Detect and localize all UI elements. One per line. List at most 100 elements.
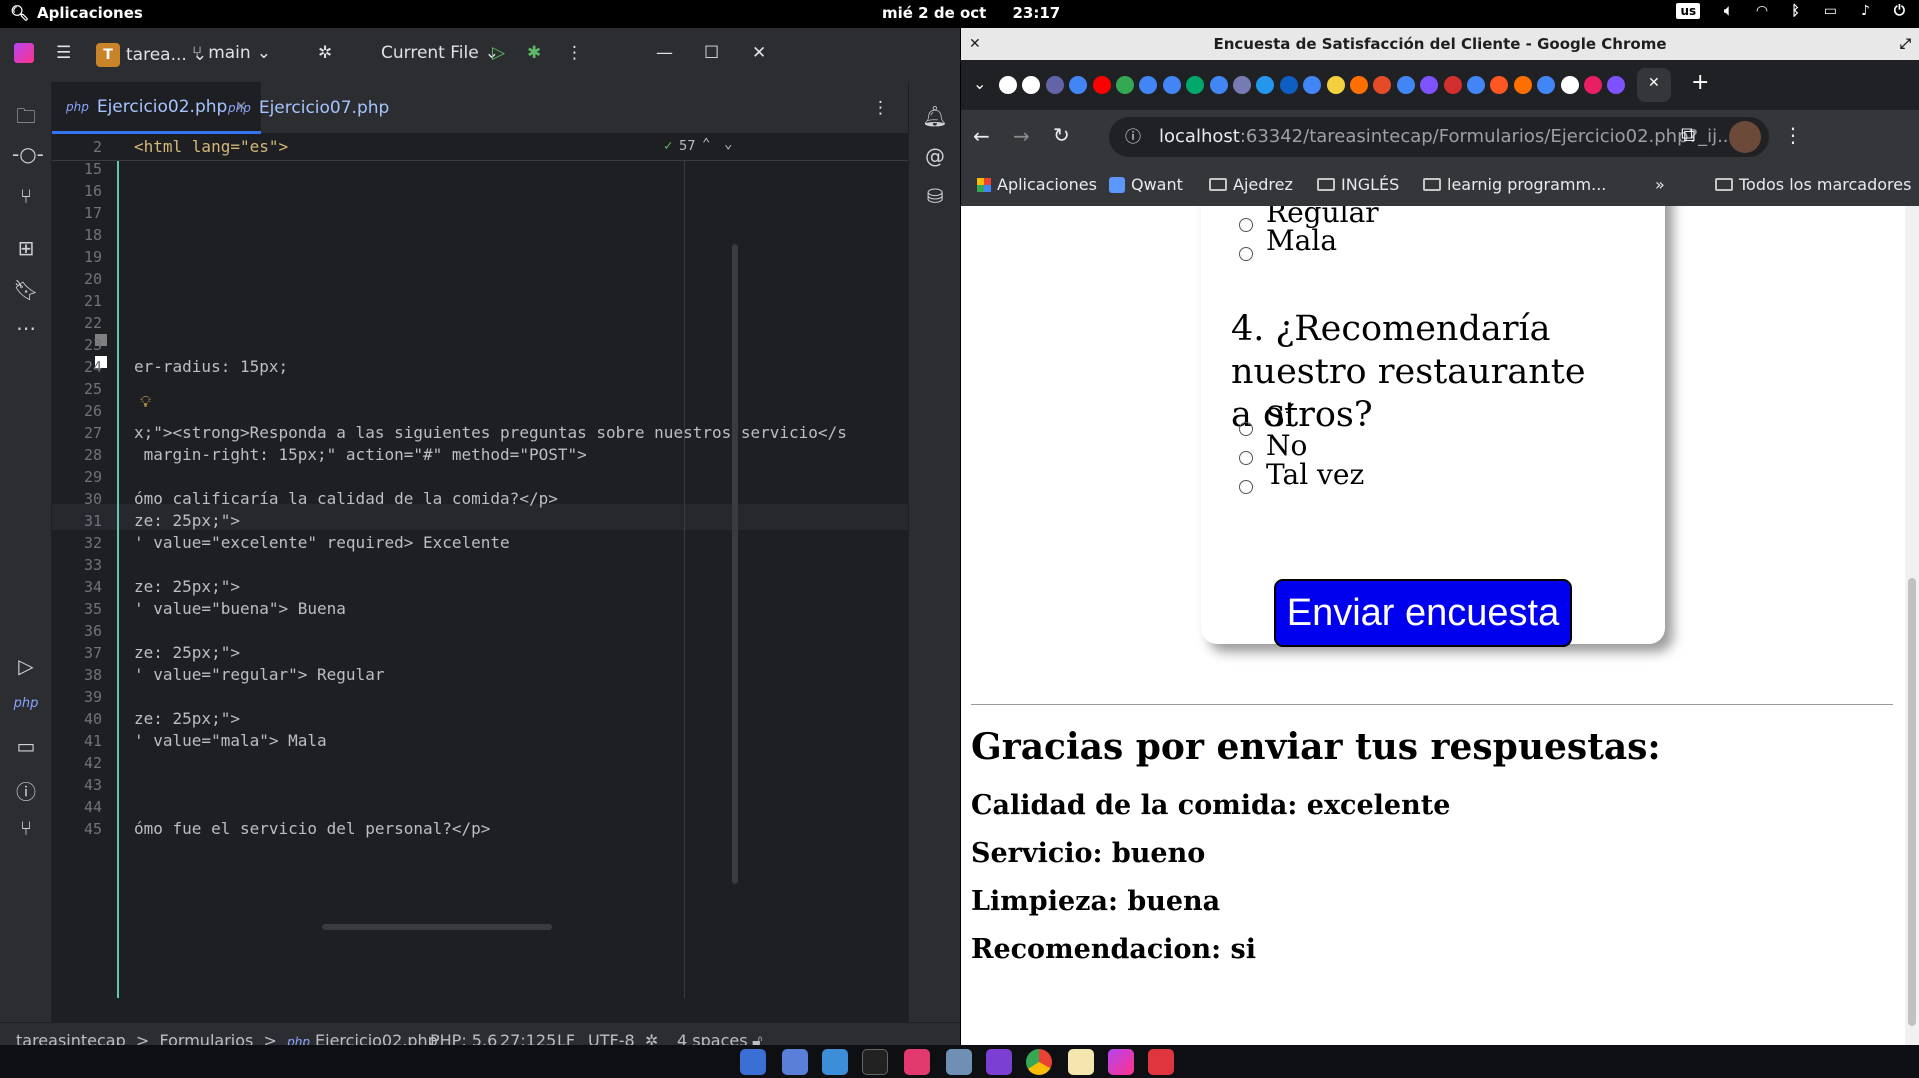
bookmark-ajedrez[interactable]: Ajedrez <box>1209 175 1293 194</box>
notifications-bell-icon[interactable]: 🔔︎ <box>921 104 949 132</box>
close-icon[interactable]: ✕ <box>752 43 766 63</box>
pinned-tab-favicon[interactable] <box>1326 76 1345 94</box>
line-number[interactable]: 31 <box>52 512 102 530</box>
radio-mala[interactable] <box>1239 247 1253 261</box>
horizontal-scrollbar[interactable] <box>322 924 552 930</box>
pinned-tab-favicon[interactable] <box>1467 76 1485 94</box>
pinned-tab-favicon[interactable] <box>1350 76 1368 94</box>
branch-selector[interactable]: ⑂ main ⌄ <box>192 43 271 63</box>
chevron-up-icon[interactable]: ⌃ <box>702 136 710 152</box>
ai-assistant-icon[interactable]: @ <box>921 144 949 172</box>
pinned-tab-favicon[interactable] <box>1233 76 1251 94</box>
line-number[interactable]: 44 <box>52 798 102 816</box>
code-editor[interactable]: 💡︎ 15 16 17 18 19 20 21 22 23 24 er-radius: 15px; 2… <box>52 134 908 998</box>
volume-icon[interactable]: 🔈︎ <box>1724 3 1732 19</box>
pinned-tab-favicon[interactable] <box>1092 76 1111 94</box>
line-number[interactable]: 20 <box>52 270 102 288</box>
line-number[interactable]: 23 <box>52 336 102 354</box>
pinned-tab-favicon[interactable] <box>1420 76 1439 94</box>
pinned-tab-favicon[interactable] <box>1256 76 1275 94</box>
apps-menu[interactable]: Aplicaciones <box>37 4 143 22</box>
all-bookmarks[interactable]: Todos los marcadores <box>1715 175 1911 194</box>
lightbulb-icon[interactable]: 💡︎ <box>140 392 151 412</box>
maximize-icon[interactable]: ☐ <box>704 43 719 63</box>
pinned-tab-favicon[interactable] <box>1584 76 1602 94</box>
line-number[interactable]: 25 <box>52 380 102 398</box>
run-icon[interactable]: ▷ <box>492 43 505 63</box>
pinned-tab-favicon[interactable] <box>1186 76 1205 94</box>
line-number[interactable]: 32 <box>52 534 102 552</box>
bookmark-apps[interactable]: Aplicaciones <box>977 175 1097 194</box>
radio-regular[interactable] <box>1239 218 1253 232</box>
reload-icon[interactable]: ↻ <box>1053 123 1070 147</box>
chevron-down-icon[interactable]: ⌄ <box>724 136 732 152</box>
extensions-icon[interactable]: ⧉ <box>1681 122 1695 146</box>
line-number[interactable]: 30 <box>52 490 102 508</box>
notifications-icon[interactable]: ♪ <box>1861 3 1870 19</box>
pull-requests-icon[interactable]: ⑂ <box>12 184 40 212</box>
bluetooth-icon[interactable]: ᛒ <box>1791 3 1799 19</box>
pinned-tab-favicon[interactable] <box>999 76 1017 94</box>
close-icon[interactable]: ✕ <box>969 28 981 60</box>
structure-icon[interactable]: ⊞ <box>12 236 40 264</box>
line-number[interactable]: 19 <box>52 248 102 266</box>
terminal-icon[interactable] <box>862 1049 888 1075</box>
line-number[interactable]: 26 <box>52 402 102 420</box>
line-number[interactable]: 35 <box>52 600 102 618</box>
pinned-tab-favicon[interactable] <box>1560 76 1579 94</box>
keyboard-layout[interactable]: us <box>1676 3 1701 19</box>
calendar-icon[interactable] <box>782 1049 808 1075</box>
pinned-tab-favicon[interactable] <box>1607 76 1626 94</box>
new-tab-icon[interactable]: + <box>1691 70 1709 95</box>
debug-icon[interactable]: ✱ <box>527 43 541 63</box>
forward-icon[interactable]: → <box>1013 124 1030 148</box>
wifi-icon[interactable]: ◠ <box>1757 3 1768 19</box>
scrollbar-thumb[interactable] <box>1908 578 1916 1026</box>
line-number[interactable]: 38 <box>52 666 102 684</box>
page-scrollbar[interactable] <box>1905 206 1919 1045</box>
site-info-icon[interactable]: ⓘ <box>1125 117 1141 157</box>
minimize-icon[interactable]: — <box>656 43 673 63</box>
line-number[interactable]: 21 <box>52 292 102 310</box>
tabs-more-icon[interactable]: ⋮ <box>858 82 903 134</box>
bookmarks-overflow-icon[interactable]: » <box>1655 175 1665 194</box>
line-number[interactable]: 45 <box>52 820 102 838</box>
terminal-icon[interactable]: ▭ <box>12 734 40 762</box>
pinned-tab-favicon[interactable] <box>1279 76 1298 94</box>
line-number[interactable]: 37 <box>52 644 102 662</box>
pinned-tab-favicon[interactable] <box>1069 76 1088 94</box>
git-icon[interactable]: ⑂ <box>12 816 40 844</box>
pinned-tab-favicon[interactable] <box>1373 76 1392 94</box>
bookmark-qwant[interactable]: Qwant <box>1109 175 1183 194</box>
tab-ejercicio07[interactable]: php Ejercicio07.php <box>214 82 403 134</box>
radio-si[interactable] <box>1239 422 1253 436</box>
expand-icon[interactable]: ⤢ <box>1900 28 1911 60</box>
line-number[interactable]: 34 <box>52 578 102 596</box>
line-number[interactable]: 15 <box>52 160 102 178</box>
services-icon[interactable]: ▷ <box>12 654 40 682</box>
pinned-tab-favicon[interactable] <box>1022 76 1041 94</box>
line-number[interactable]: 33 <box>52 556 102 574</box>
bookmark-ingles[interactable]: INGLÉS <box>1317 175 1399 194</box>
line-number[interactable]: 36 <box>52 622 102 640</box>
line-number[interactable]: 16 <box>52 182 102 200</box>
inspections-ok-icon[interactable]: ✓ <box>664 138 672 154</box>
problems-icon[interactable]: ⓘ <box>12 776 40 804</box>
pinned-tab-favicon[interactable] <box>1303 76 1322 94</box>
clock[interactable]: mié 2 de oct 23:17 <box>882 4 1060 22</box>
pinned-tab-favicon[interactable] <box>1209 76 1228 94</box>
power-icon[interactable]: ⏻ <box>1894 3 1905 19</box>
pinned-tab-favicon[interactable] <box>1045 76 1064 94</box>
profile-avatar[interactable] <box>1729 121 1761 153</box>
more-actions-icon[interactable]: ⋮ <box>566 43 583 63</box>
line-number[interactable]: 27 <box>52 424 102 442</box>
debug-off-icon[interactable]: ✲ <box>318 43 332 63</box>
line-number[interactable]: 22 <box>52 314 102 332</box>
bookmark-learning[interactable]: learnig programm... <box>1423 175 1606 194</box>
bookmarks-icon[interactable]: 🔖︎ <box>12 278 40 306</box>
line-number[interactable]: 42 <box>52 754 102 772</box>
files-icon[interactable] <box>822 1049 848 1075</box>
beekeeper-icon[interactable] <box>986 1049 1012 1075</box>
battery-icon[interactable]: ▭ <box>1824 3 1837 19</box>
active-tab[interactable]: ✕ <box>1637 68 1671 102</box>
